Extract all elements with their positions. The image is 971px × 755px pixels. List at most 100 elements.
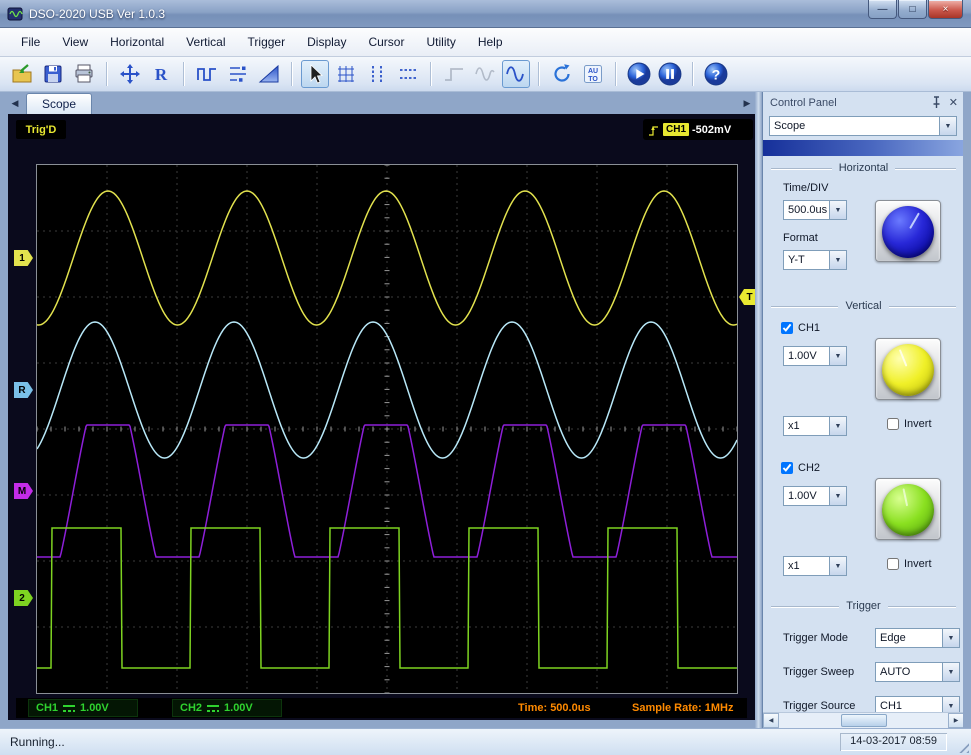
trigger-sweep-label: Trigger Sweep: [783, 666, 855, 678]
dropdown-arrow-icon: ▼: [829, 487, 846, 505]
auto-setup-icon: AU TO: [584, 65, 602, 83]
save-button[interactable]: [39, 60, 67, 88]
panel-scrollbar: ◀ ▶: [763, 712, 963, 728]
section-horizontal: Horizontal: [771, 162, 956, 174]
measure-button[interactable]: [224, 60, 252, 88]
square-wave-icon: [197, 68, 216, 81]
menubar: File View Horizontal Vertical Trigger Di…: [0, 28, 971, 57]
menu-vertical[interactable]: Vertical: [175, 30, 236, 54]
menu-trigger[interactable]: Trigger: [237, 30, 297, 54]
menu-display[interactable]: Display: [296, 30, 357, 54]
ch2-invert-checkbox[interactable]: [887, 558, 899, 570]
ch1-enable-row: CH1: [781, 322, 820, 334]
svg-text:AU: AU: [588, 68, 598, 75]
ch1-volts: 1.00V: [80, 702, 109, 714]
toolbar-separator: [538, 62, 540, 86]
trigger-mode-select[interactable]: Edge ▼: [875, 628, 960, 648]
window-title: DSO-2020 USB Ver 1.0.3: [29, 6, 166, 21]
ch2-invert-row: Invert: [887, 558, 932, 570]
print-button[interactable]: [70, 60, 98, 88]
control-panel-header[interactable]: Control Panel ✕: [763, 92, 963, 114]
ch2-position-knob[interactable]: [875, 478, 941, 540]
dropdown-arrow-icon: ▼: [829, 347, 846, 365]
trigger-mode-label: Trigger Mode: [783, 632, 849, 644]
menu-help[interactable]: Help: [467, 30, 514, 54]
scope-display-panel: Trig'D CH1 -502mV 1RM2 T CH1 1.00V CH2 1…: [8, 114, 757, 720]
panel-splitter[interactable]: [755, 92, 762, 728]
open-button[interactable]: [8, 60, 36, 88]
svg-text:?: ?: [712, 67, 721, 83]
pause-button[interactable]: [656, 60, 684, 88]
channel-marker-R[interactable]: R: [14, 382, 33, 398]
menu-horizontal[interactable]: Horizontal: [99, 30, 175, 54]
sample-rate-readout: Sample Rate: 1MHz: [632, 702, 734, 714]
scope-screen[interactable]: [37, 165, 737, 693]
pin-icon[interactable]: [932, 96, 941, 109]
grid-button[interactable]: [332, 60, 360, 88]
scroll-right-button[interactable]: ▶: [948, 713, 963, 728]
channel-marker-1[interactable]: 1: [14, 250, 33, 266]
ch1-voltsdiv-select[interactable]: 1.00V ▼: [783, 346, 847, 366]
tab-scope[interactable]: Scope: [26, 93, 92, 114]
horizontal-position-knob[interactable]: [875, 200, 941, 262]
grid-icon: [338, 66, 354, 82]
trigger-source-select[interactable]: CH1 ▼: [875, 696, 960, 712]
scroll-left-button[interactable]: ◀: [763, 713, 779, 728]
wave-button: [471, 60, 499, 88]
ch1-label: CH1: [36, 702, 59, 714]
tab-scroll-left[interactable]: ◀: [8, 95, 22, 111]
close-button[interactable]: ×: [928, 0, 963, 19]
trigger-sweep-select[interactable]: AUTO ▼: [875, 662, 960, 682]
tab-scroll-right[interactable]: ▶: [740, 95, 754, 111]
scrollbar-track[interactable]: [779, 713, 948, 728]
panel-close-icon[interactable]: ✕: [949, 97, 958, 109]
refresh-button[interactable]: [548, 60, 576, 88]
menu-utility[interactable]: Utility: [415, 30, 466, 54]
horizontal-cursors-icon: [400, 69, 416, 79]
trigger-edge-icon: [649, 125, 658, 136]
vertical-cursors-button[interactable]: [363, 60, 391, 88]
ramp-button[interactable]: [255, 60, 283, 88]
help-button[interactable]: ?: [702, 60, 730, 88]
dropdown-arrow-icon: ▼: [942, 697, 959, 712]
minimize-button[interactable]: —: [868, 0, 897, 19]
menu-file[interactable]: File: [10, 30, 51, 54]
reference-r-icon: R: [155, 65, 168, 84]
auto-setup-button[interactable]: AU TO: [579, 60, 607, 88]
panel-select[interactable]: Scope ▼: [769, 116, 957, 136]
zoom-button[interactable]: [116, 60, 144, 88]
horizontal-cursors-button[interactable]: [394, 60, 422, 88]
menu-cursor[interactable]: Cursor: [357, 30, 415, 54]
sine-wave-button[interactable]: [502, 60, 530, 88]
channel-marker-2[interactable]: 2: [14, 590, 33, 606]
ch2-voltsdiv-select[interactable]: 1.00V ▼: [783, 486, 847, 506]
maximize-button[interactable]: □: [898, 0, 927, 19]
ch1-readout: CH1 1.00V: [28, 699, 138, 717]
pause-icon: [658, 62, 682, 86]
ch1-invert-checkbox[interactable]: [887, 418, 899, 430]
status-text: Running...: [10, 735, 65, 749]
scrollbar-thumb[interactable]: [841, 714, 887, 727]
svg-text:TO: TO: [588, 76, 598, 83]
cursor-button[interactable]: [301, 60, 329, 88]
section-vertical: Vertical: [771, 300, 956, 312]
ch1-probe-select[interactable]: x1 ▼: [783, 416, 847, 436]
wave-icon: [475, 67, 495, 81]
ch1-enable-checkbox[interactable]: [781, 322, 793, 334]
ch1-position-knob[interactable]: [875, 338, 941, 400]
step-wave-icon: [445, 68, 463, 81]
ch2-probe-select[interactable]: x1 ▼: [783, 556, 847, 576]
square-wave-button[interactable]: [193, 60, 221, 88]
resize-grip[interactable]: [955, 739, 969, 753]
format-select[interactable]: Y-T ▼: [783, 250, 847, 270]
trigger-status: Trig'D: [16, 120, 66, 139]
play-icon: [627, 62, 651, 86]
menu-view[interactable]: View: [51, 30, 99, 54]
reference-button[interactable]: R: [147, 60, 175, 88]
ch2-enable-checkbox[interactable]: [781, 462, 793, 474]
titlebar[interactable]: DSO-2020 USB Ver 1.0.3 — □ ×: [0, 0, 971, 28]
timediv-select[interactable]: 500.0us ▼: [783, 200, 847, 220]
app-icon: [7, 7, 23, 20]
start-button[interactable]: [625, 60, 653, 88]
channel-marker-M[interactable]: M: [14, 483, 33, 499]
